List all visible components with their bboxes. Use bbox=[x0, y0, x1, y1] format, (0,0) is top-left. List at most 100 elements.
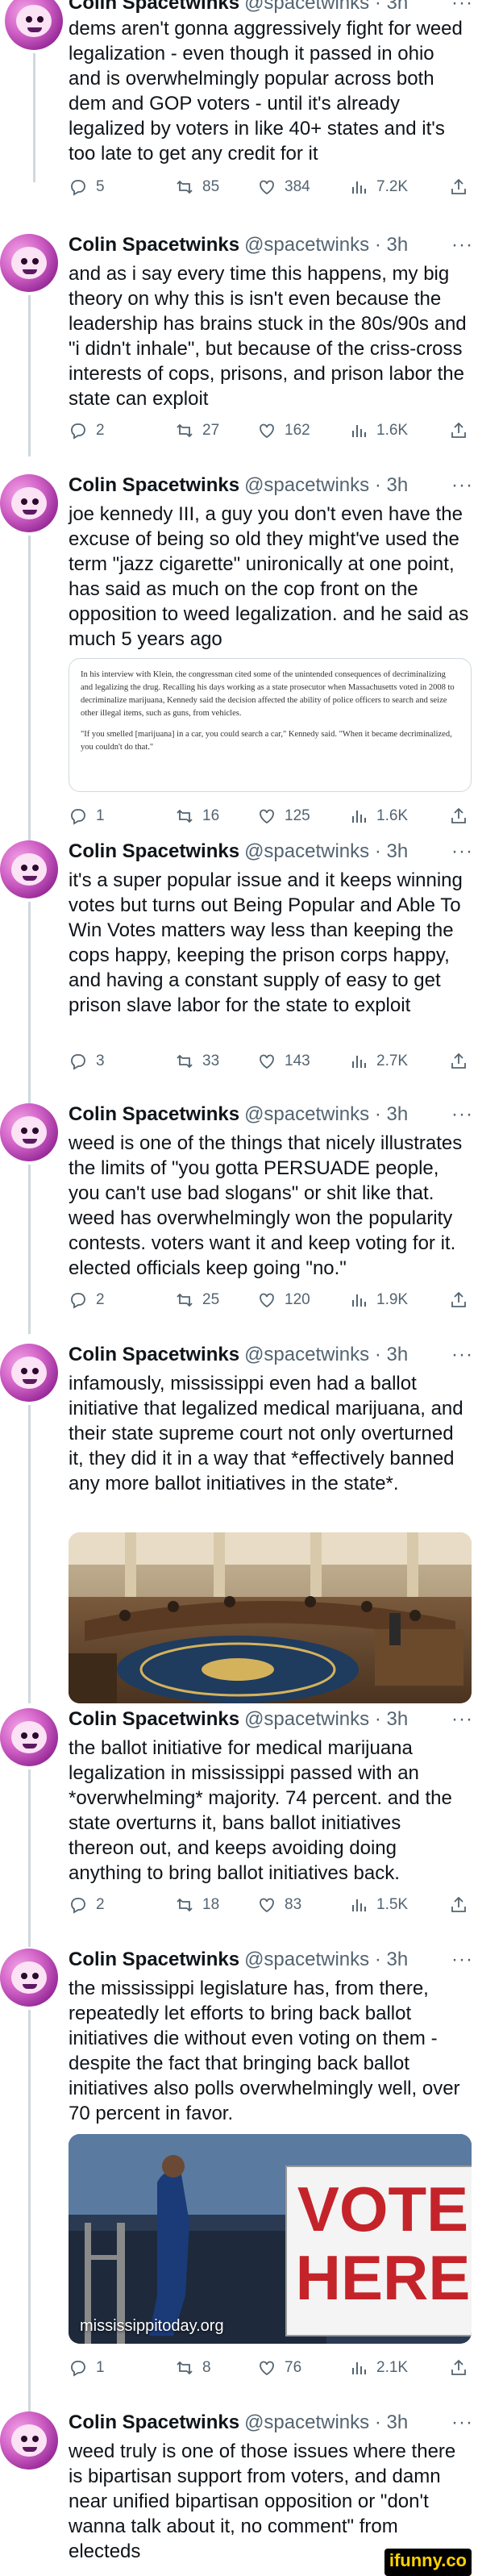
author-handle[interactable]: @spacetwinks · 3h bbox=[244, 1103, 408, 1125]
more-options-icon[interactable]: ··· bbox=[451, 840, 473, 863]
more-options-icon[interactable]: ··· bbox=[451, 1708, 473, 1731]
like-button[interactable]: 83 bbox=[257, 1895, 301, 1915]
author-name[interactable]: Colin Spacetwinks bbox=[69, 0, 239, 14]
share-button[interactable] bbox=[449, 2358, 468, 2378]
author-avatar[interactable] bbox=[0, 234, 58, 292]
ifunny-watermark: ifunny.co bbox=[384, 2549, 472, 2576]
retweet-button[interactable]: 27 bbox=[175, 421, 219, 440]
tweet-actions: 2 18 83 1.5K bbox=[69, 1895, 472, 1919]
author-avatar[interactable] bbox=[0, 1708, 58, 1766]
share-icon bbox=[451, 422, 466, 438]
retweet-button[interactable]: 16 bbox=[175, 807, 219, 826]
heart-icon bbox=[260, 180, 274, 195]
retweet-count: 8 bbox=[202, 2359, 211, 2376]
reply-button[interactable]: 5 bbox=[69, 177, 105, 197]
more-options-icon[interactable]: ··· bbox=[451, 234, 473, 256]
courtroom-image bbox=[69, 1532, 472, 1703]
views-button[interactable]: 1.6K bbox=[349, 807, 408, 826]
reply-count: 2 bbox=[96, 422, 105, 439]
views-button[interactable]: 2.7K bbox=[349, 1052, 408, 1071]
reply-icon bbox=[71, 809, 85, 825]
author-handle[interactable]: @spacetwinks · 3h bbox=[244, 2411, 408, 2433]
retweet-icon bbox=[177, 180, 193, 194]
like-button[interactable]: 76 bbox=[257, 2358, 301, 2378]
view-count: 1.5K bbox=[376, 1896, 409, 1913]
retweet-button[interactable]: 85 bbox=[175, 177, 219, 197]
author-name[interactable]: Colin Spacetwinks bbox=[69, 1344, 239, 1365]
share-button[interactable] bbox=[449, 1052, 468, 1071]
author-handle[interactable]: @spacetwinks · 3h bbox=[244, 840, 408, 862]
like-button[interactable]: 162 bbox=[257, 421, 310, 440]
share-button[interactable] bbox=[449, 1895, 468, 1915]
author-name[interactable]: Colin Spacetwinks bbox=[69, 2411, 239, 2433]
retweet-button[interactable]: 18 bbox=[175, 1895, 219, 1915]
more-options-icon[interactable]: ··· bbox=[451, 2411, 473, 2434]
like-button[interactable]: 125 bbox=[257, 807, 310, 826]
views-icon bbox=[352, 425, 366, 437]
quote-paragraph: In his interview with Klein, the congres… bbox=[81, 670, 455, 718]
author-avatar[interactable] bbox=[0, 1949, 58, 2007]
views-button[interactable]: 7.2K bbox=[349, 177, 408, 197]
author-handle[interactable]: @spacetwinks · 3h bbox=[244, 0, 408, 14]
author-name[interactable]: Colin Spacetwinks bbox=[69, 1103, 239, 1125]
author-name[interactable]: Colin Spacetwinks bbox=[69, 234, 239, 256]
more-options-icon[interactable]: ··· bbox=[451, 0, 473, 15]
author-name[interactable]: Colin Spacetwinks bbox=[69, 1949, 239, 1970]
reply-count: 2 bbox=[96, 1896, 105, 1913]
author-handle[interactable]: @spacetwinks · 3h bbox=[244, 234, 408, 256]
views-button[interactable]: 1.5K bbox=[349, 1895, 408, 1915]
like-button[interactable]: 143 bbox=[257, 1052, 310, 1071]
reply-button[interactable]: 1 bbox=[69, 2358, 105, 2378]
sign-here: HERE bbox=[296, 2242, 471, 2313]
reply-count: 3 bbox=[96, 1052, 105, 1069]
reply-button[interactable]: 2 bbox=[69, 1895, 105, 1915]
tweet-text: weed truly is one of those issues where … bbox=[69, 2441, 456, 2562]
author-handle[interactable]: @spacetwinks · 3h bbox=[244, 474, 408, 496]
share-icon bbox=[451, 1291, 466, 1307]
courtroom-photo[interactable] bbox=[69, 1532, 472, 1703]
author-name[interactable]: Colin Spacetwinks bbox=[69, 474, 239, 496]
share-button[interactable] bbox=[449, 421, 468, 440]
author-handle[interactable]: @spacetwinks · 3h bbox=[244, 1708, 408, 1730]
retweet-button[interactable]: 25 bbox=[175, 1290, 219, 1310]
author-avatar[interactable] bbox=[0, 840, 58, 898]
reply-button[interactable]: 3 bbox=[69, 1052, 105, 1071]
views-button[interactable]: 2.1K bbox=[349, 2358, 408, 2378]
author-handle[interactable]: @spacetwinks · 3h bbox=[244, 1344, 408, 1365]
more-options-icon[interactable]: ··· bbox=[451, 1949, 473, 1971]
author-avatar[interactable] bbox=[0, 1103, 58, 1161]
like-button[interactable]: 120 bbox=[257, 1290, 310, 1310]
reply-button[interactable]: 2 bbox=[69, 1290, 105, 1310]
retweet-count: 27 bbox=[202, 422, 220, 439]
tweet-header: Colin Spacetwinks @spacetwinks · 3h ··· bbox=[69, 2411, 478, 2436]
share-button[interactable] bbox=[449, 177, 468, 197]
tweet-text: and as i say every time this happens, my… bbox=[69, 263, 467, 410]
reply-count: 1 bbox=[96, 2359, 105, 2376]
author-avatar[interactable] bbox=[0, 474, 58, 532]
share-button[interactable] bbox=[449, 1290, 468, 1310]
retweet-button[interactable]: 8 bbox=[175, 2358, 211, 2378]
tweet-text: the ballot initiative for medical mariju… bbox=[69, 1737, 452, 1884]
author-avatar[interactable] bbox=[0, 2411, 58, 2470]
thread-line bbox=[28, 1405, 31, 1703]
more-options-icon[interactable]: ··· bbox=[451, 1344, 473, 1366]
author-name[interactable]: Colin Spacetwinks bbox=[69, 1708, 239, 1730]
share-button[interactable] bbox=[449, 807, 468, 826]
thread-line bbox=[28, 1165, 31, 1334]
views-button[interactable]: 1.9K bbox=[349, 1290, 408, 1310]
reply-button[interactable]: 2 bbox=[69, 421, 105, 440]
author-avatar[interactable] bbox=[5, 0, 63, 50]
quote-paragraph: "If you smelled [marijuana] in a car, yo… bbox=[81, 730, 452, 752]
author-avatar[interactable] bbox=[0, 1344, 58, 1402]
quoted-article-excerpt[interactable]: In his interview with Klein, the congres… bbox=[69, 658, 472, 792]
vote-here-photo[interactable]: VOTE HERE mississippitoday.org bbox=[69, 2134, 472, 2344]
author-name[interactable]: Colin Spacetwinks bbox=[69, 840, 239, 862]
like-button[interactable]: 384 bbox=[257, 177, 310, 197]
reply-button[interactable]: 1 bbox=[69, 807, 105, 826]
views-button[interactable]: 1.6K bbox=[349, 421, 408, 440]
retweet-button[interactable]: 33 bbox=[175, 1052, 219, 1071]
view-count: 1.6K bbox=[376, 422, 409, 439]
more-options-icon[interactable]: ··· bbox=[451, 474, 473, 497]
more-options-icon[interactable]: ··· bbox=[451, 1103, 473, 1126]
author-handle[interactable]: @spacetwinks · 3h bbox=[244, 1949, 408, 1970]
